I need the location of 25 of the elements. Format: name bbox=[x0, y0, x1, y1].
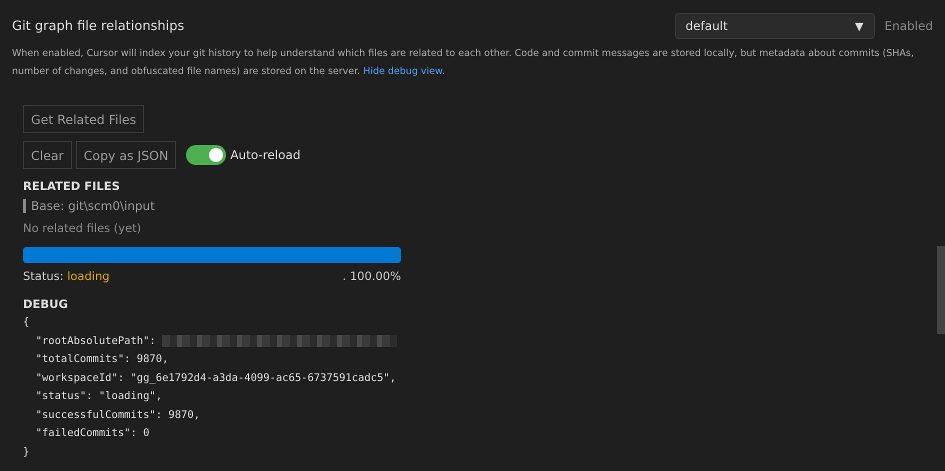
hide-debug-link[interactable]: Hide debug view. bbox=[363, 66, 445, 77]
setting-description: When enabled, Cursor will index your git history to help understand which files are related to each other. Code and commit messages are stored locally, but metadata about commits (SHAs, number of changes, and obfuscated file names) are stored on the server. Hide debug view. bbox=[12, 47, 915, 79]
toggle-label: Auto-reload bbox=[230, 148, 300, 162]
mode-dropdown[interactable]: default ▼ bbox=[674, 13, 874, 39]
code-line: "successfulCommits": 9870, bbox=[34, 408, 200, 421]
base-path: Base: git\scm0\input bbox=[23, 199, 155, 213]
setting-title: Git graph file relationships bbox=[12, 18, 184, 34]
empty-message: No related files (yet) bbox=[23, 221, 142, 235]
action-button[interactable]: Clear bbox=[23, 141, 72, 169]
action-button[interactable]: Get Related Files bbox=[23, 105, 144, 133]
code-line: "status": "loading", bbox=[34, 390, 162, 402]
state-label: Enabled bbox=[884, 19, 933, 33]
code-line: "workspaceId": "gg_6e1792d4-a3da-4099-ac65-6737591cadc5", bbox=[34, 372, 396, 384]
code-line: "rootAbsolutePath": bbox=[34, 334, 157, 347]
auto-reload-toggle[interactable] bbox=[186, 145, 226, 165]
progress-reading: . 100.00% bbox=[342, 269, 401, 283]
code-line: { bbox=[23, 316, 30, 328]
section-heading: RELATED FILES bbox=[23, 179, 120, 193]
scrollbar-thumb[interactable] bbox=[937, 246, 945, 334]
status-text: Status: loading bbox=[23, 269, 110, 283]
code-line: } bbox=[23, 446, 30, 458]
code-line: "failedCommits": 0 bbox=[34, 427, 150, 440]
action-button[interactable]: Copy as JSON bbox=[76, 141, 176, 169]
section-heading: DEBUG bbox=[23, 297, 68, 311]
code-line: "totalCommits": 9870, bbox=[34, 353, 168, 366]
